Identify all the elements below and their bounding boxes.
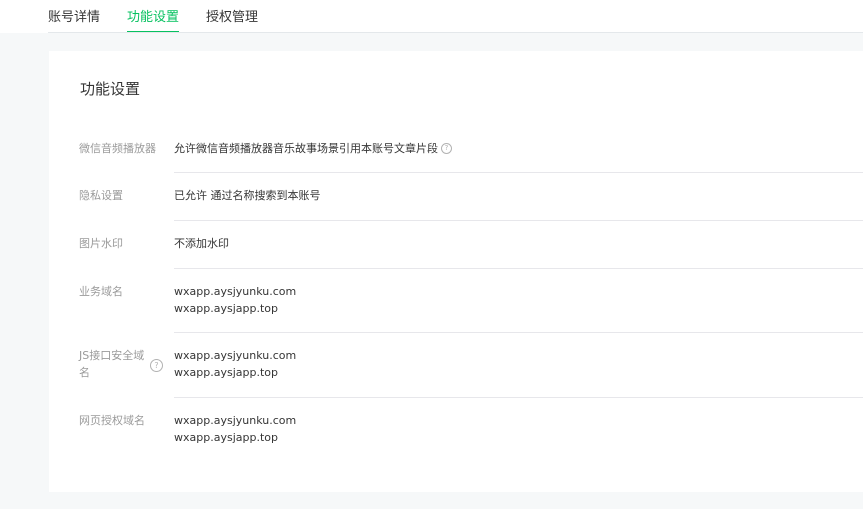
watermark-value: 不添加水印: [174, 237, 229, 250]
setting-row-js-domain: JS接口安全域名 ? wxapp.aysjyunku.com wxapp.ays…: [49, 333, 863, 398]
domain-item: wxapp.aysjapp.top: [174, 302, 278, 315]
domain-list: wxapp.aysjyunku.com wxapp.aysjapp.top: [174, 347, 296, 381]
setting-label: 业务域名: [79, 285, 123, 298]
tab-feature-settings[interactable]: 功能设置: [127, 8, 180, 33]
domain-item: wxapp.aysjapp.top: [174, 366, 278, 379]
tab-label: 账号详情: [48, 10, 101, 25]
question-circle-icon[interactable]: ?: [150, 359, 163, 372]
setting-row-watermark: 图片水印 不添加水印: [49, 221, 863, 269]
setting-label: 网页授权域名: [79, 414, 145, 427]
settings-card: 功能设置 微信音频播放器 允许微信音频播放器音乐故事场景引用本账号文章片段? 隐…: [49, 51, 863, 492]
tab-label: 功能设置: [127, 10, 180, 25]
domain-item: wxapp.aysjyunku.com: [174, 414, 297, 427]
domain-list: wxapp.aysjyunku.com wxapp.aysjapp.top: [174, 283, 296, 317]
domain-item: wxapp.aysjyunku.com: [174, 285, 297, 298]
setting-row-audio-player: 微信音频播放器 允许微信音频播放器音乐故事场景引用本账号文章片段?: [49, 127, 863, 173]
setting-row-business-domain: 业务域名 wxapp.aysjyunku.com wxapp.aysjapp.t…: [49, 269, 863, 333]
setting-label: JS接口安全域名: [79, 349, 145, 379]
setting-label: 图片水印: [79, 237, 123, 250]
tab-authorization-management[interactable]: 授权管理: [206, 8, 258, 28]
domain-item: wxapp.aysjapp.top: [174, 431, 278, 444]
section-title: 功能设置: [80, 80, 141, 98]
tab-label: 授权管理: [206, 10, 259, 25]
question-circle-icon[interactable]: ?: [441, 142, 452, 154]
setting-row-web-auth-domain: 网页授权域名 wxapp.aysjyunku.com wxapp.aysjapp…: [49, 398, 863, 462]
setting-label: 隐私设置: [79, 189, 123, 202]
domain-item: wxapp.aysjyunku.com: [174, 349, 297, 362]
tab-bar: 账号详情 功能设置 授权管理: [0, 0, 863, 33]
tab-bar-divider: [48, 32, 863, 33]
audio-player-value: 允许微信音频播放器音乐故事场景引用本账号文章片段: [174, 142, 438, 155]
setting-row-privacy: 隐私设置 已允许 通过名称搜索到本账号: [49, 173, 863, 221]
privacy-value: 已允许 通过名称搜索到本账号: [174, 189, 321, 202]
setting-label: 微信音频播放器: [79, 142, 156, 155]
domain-list: wxapp.aysjyunku.com wxapp.aysjapp.top: [174, 412, 296, 446]
setting-value: 允许微信音频播放器音乐故事场景引用本账号文章片段?: [174, 140, 452, 157]
tab-account-details[interactable]: 账号详情: [48, 8, 100, 28]
